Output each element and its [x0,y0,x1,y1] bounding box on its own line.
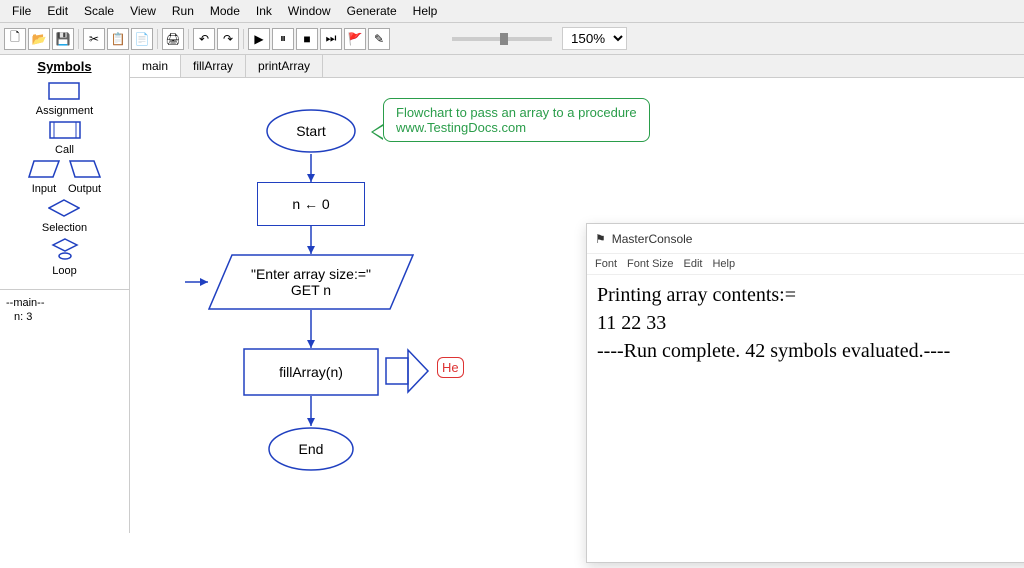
copy-button[interactable]: 📋 [107,28,129,50]
separator [78,29,79,49]
console-icon: ⚑ [595,232,606,246]
new-button[interactable]: 🗋 [4,28,26,50]
pause-button[interactable]: ⏸ [272,28,294,50]
tabs: main fillArray printArray [130,55,1024,78]
call-icon [49,121,81,139]
symbols-title: Symbols [0,55,129,78]
menu-generate[interactable]: Generate [339,2,405,20]
node-call[interactable]: fillArray(n) [243,348,379,396]
menubar: File Edit Scale View Run Mode Ink Window… [0,0,1024,23]
console-menu-edit[interactable]: Edit [683,258,702,270]
menu-view[interactable]: View [122,2,164,20]
zoom-select[interactable]: 150% [562,27,627,50]
save-button[interactable]: 💾 [52,28,74,50]
console-titlebar[interactable]: ⚑ MasterConsole — ☐ ✕ [587,224,1024,254]
tree-root[interactable]: --main-- [6,296,123,310]
console-title-text: MasterConsole [612,232,693,246]
tab-main[interactable]: main [130,55,181,77]
node-start[interactable]: Start [265,108,357,154]
flow-connectors [130,78,600,568]
node-assignment[interactable]: n ← 0 [257,182,365,226]
flag-button[interactable]: 🚩 [344,28,366,50]
tab-fillarray[interactable]: fillArray [181,55,246,77]
tab-printarray[interactable]: printArray [246,55,323,77]
diamond-icon [48,199,80,217]
menu-help[interactable]: Help [405,2,446,20]
symbols-panel: Symbols Assignment Call Input [0,55,129,290]
comment-box[interactable]: Flowchart to pass an array to a procedur… [383,98,650,142]
canvas-area: main fillArray printArray [130,55,1024,533]
menu-ink[interactable]: Ink [248,2,280,20]
undo-button[interactable]: ↶ [193,28,215,50]
console-line: Printing array contents:= [597,281,1024,309]
symbol-input[interactable]: Input [28,160,60,195]
console-menubar: Font Font Size Edit Help [587,254,1024,275]
variable-tree: --main-- n: 3 [0,290,129,330]
console-menu-font[interactable]: Font [595,258,617,270]
symbol-selection[interactable]: Selection [42,199,87,234]
separator [188,29,189,49]
speed-slider[interactable] [452,37,552,41]
comment-partial[interactable]: He [437,357,464,378]
stop-button[interactable]: ■ [296,28,318,50]
slider-thumb[interactable] [500,33,508,45]
menu-file[interactable]: File [4,2,39,20]
node-end[interactable]: End [267,426,355,472]
print-button[interactable]: 🖨 [162,28,184,50]
play-button[interactable]: ▶ [248,28,270,50]
symbol-output[interactable]: Output [68,160,101,195]
parallelogram-icon [69,160,101,178]
menu-window[interactable]: Window [280,2,339,20]
paste-button[interactable]: 📄 [131,28,153,50]
pen-button[interactable]: ✎ [368,28,390,50]
menu-edit[interactable]: Edit [39,2,76,20]
tree-var-n[interactable]: n: 3 [6,310,123,324]
parallelogram-icon [28,160,60,178]
open-button[interactable]: 📂 [28,28,50,50]
console-line: 11 22 33 [597,309,1024,337]
step-button[interactable]: ⏭ [320,28,342,50]
symbol-call[interactable]: Call [49,121,81,156]
symbol-loop[interactable]: Loop [49,238,81,277]
console-line: ----Run complete. 42 symbols evaluated.-… [597,337,1024,365]
flowchart[interactable]: Start n ← 0 "Enter array size:=" GET n f… [130,78,1024,118]
toolbar: 🗋 📂 💾 ✂ 📋 📄 🖨 ↶ ↷ ▶ ⏸ ■ ⏭ 🚩 ✎ 150% [0,23,1024,55]
comment-tail [371,124,383,140]
sidebar: Symbols Assignment Call Input [0,55,130,533]
loop-icon [49,238,81,260]
speed-slider-box [452,37,552,41]
menu-run[interactable]: Run [164,2,202,20]
console-body: Printing array contents:= 11 22 33 ----R… [587,275,1024,371]
separator [243,29,244,49]
menu-mode[interactable]: Mode [202,2,248,20]
cut-button[interactable]: ✂ [83,28,105,50]
console-menu-help[interactable]: Help [712,258,735,270]
symbol-assignment[interactable]: Assignment [36,82,93,117]
rectangle-icon [48,82,80,100]
redo-button[interactable]: ↷ [217,28,239,50]
node-input[interactable]: "Enter array size:=" GET n [208,254,414,310]
console-window[interactable]: ⚑ MasterConsole — ☐ ✕ Font Font Size Edi… [586,223,1024,563]
console-menu-fontsize[interactable]: Font Size [627,258,673,270]
separator [157,29,158,49]
menu-scale[interactable]: Scale [76,2,122,20]
